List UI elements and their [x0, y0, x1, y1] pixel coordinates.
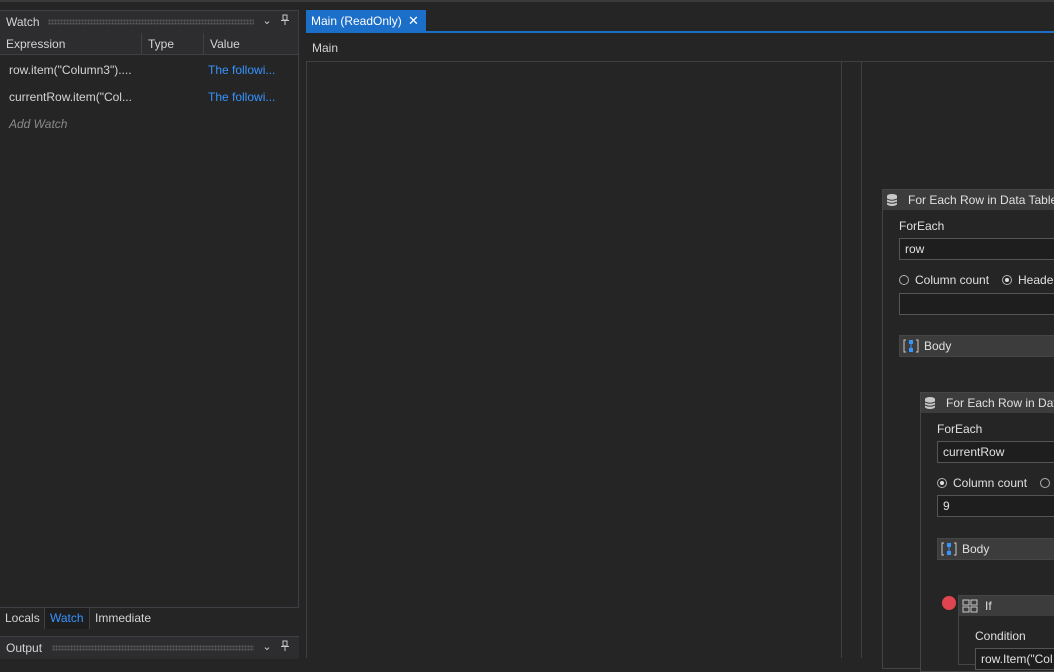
header-input[interactable]: [899, 293, 1054, 315]
watch-expression[interactable]: currentRow.item("Col...: [9, 90, 132, 104]
body-label: Body: [924, 339, 952, 353]
pin-icon[interactable]: [278, 14, 292, 29]
foreach-label: ForEach: [937, 422, 983, 436]
column-count-input[interactable]: 9: [937, 495, 1054, 517]
activity-title: For Each Row in Data Table: [908, 193, 1054, 207]
activity-header[interactable]: For Each Row in Data: [921, 393, 1054, 413]
foreach-variable-input[interactable]: row: [899, 238, 1054, 260]
database-icon: [924, 396, 936, 410]
body-label: Body: [962, 542, 990, 556]
tab-immediate[interactable]: Immediate: [90, 608, 156, 629]
tab-main-readonly[interactable]: Main (ReadOnly) ✕: [306, 10, 426, 32]
foreach-variable-input[interactable]: currentRow: [937, 441, 1054, 463]
breakpoint-icon[interactable]: [942, 596, 956, 610]
activity-title: If: [985, 599, 992, 613]
watch-row[interactable]: currentRow.item("Col... The followi...: [0, 83, 298, 109]
chevron-down-icon[interactable]: ⌄: [260, 640, 274, 653]
condition-label: Condition: [975, 629, 1026, 643]
tab-label: Main (ReadOnly): [311, 14, 402, 28]
add-watch-placeholder[interactable]: Add Watch: [9, 117, 67, 131]
activity-header[interactable]: For Each Row in Data Table: [883, 190, 1054, 210]
column-header-expression[interactable]: Expression: [6, 37, 65, 51]
if-icon: [962, 599, 978, 613]
header-option-label: Header: [1018, 273, 1054, 287]
column-separator[interactable]: [203, 33, 204, 54]
watch-expression[interactable]: row.item("Column3")....: [9, 63, 132, 77]
sequence-border: [841, 62, 842, 658]
watch-panel-title: Watch: [6, 15, 40, 29]
activity-title: For Each Row in Data: [946, 396, 1054, 410]
sequence-icon: [941, 541, 957, 557]
drag-grip[interactable]: [52, 645, 254, 651]
watch-table-header: Expression Type Value: [0, 33, 298, 55]
output-panel-title: Output: [6, 641, 43, 655]
column-count-option-label: Column count: [953, 476, 1028, 490]
watch-value[interactable]: The followi...: [208, 90, 275, 104]
close-icon[interactable]: ✕: [408, 13, 419, 29]
tab-watch[interactable]: Watch: [44, 608, 90, 629]
column-count-radio[interactable]: [937, 478, 947, 488]
body-container-header[interactable]: Body: [899, 335, 1054, 357]
body-container-header[interactable]: Body: [937, 538, 1054, 560]
column-count-radio[interactable]: [899, 275, 909, 285]
chevron-down-icon[interactable]: ⌄: [260, 14, 274, 27]
activity-if[interactable]: If Condition row.Item("Col: [958, 595, 1054, 670]
breadcrumb-item-main[interactable]: Main: [312, 41, 338, 55]
condition-input[interactable]: row.Item("Col: [975, 648, 1054, 670]
top-divider: [0, 0, 1054, 2]
column-header-type[interactable]: Type: [148, 37, 174, 51]
watch-panel-border: [298, 10, 299, 608]
drag-grip[interactable]: [48, 19, 254, 25]
watch-row[interactable]: row.item("Column3").... The followi...: [0, 56, 298, 82]
sequence-icon: [903, 338, 919, 354]
column-header-value[interactable]: Value: [210, 37, 240, 51]
column-count-option-label: Column count: [915, 273, 990, 287]
header-radio[interactable]: [1040, 478, 1050, 488]
database-icon: [886, 193, 898, 207]
watch-panel-title-bar[interactable]: Watch ⌄: [0, 10, 299, 33]
column-separator[interactable]: [141, 33, 142, 54]
debug-panel-tabs: Locals Watch Immediate: [0, 607, 299, 630]
pin-icon[interactable]: [278, 640, 292, 655]
header-radio[interactable]: [1002, 275, 1012, 285]
breadcrumb: Main: [306, 33, 1054, 62]
activity-header[interactable]: If: [959, 596, 1054, 616]
tab-locals[interactable]: Locals: [0, 608, 45, 629]
output-panel-title-bar[interactable]: Output ⌄: [0, 636, 299, 659]
sequence-border: [861, 62, 862, 658]
foreach-label: ForEach: [899, 219, 945, 233]
watch-value[interactable]: The followi...: [208, 63, 275, 77]
